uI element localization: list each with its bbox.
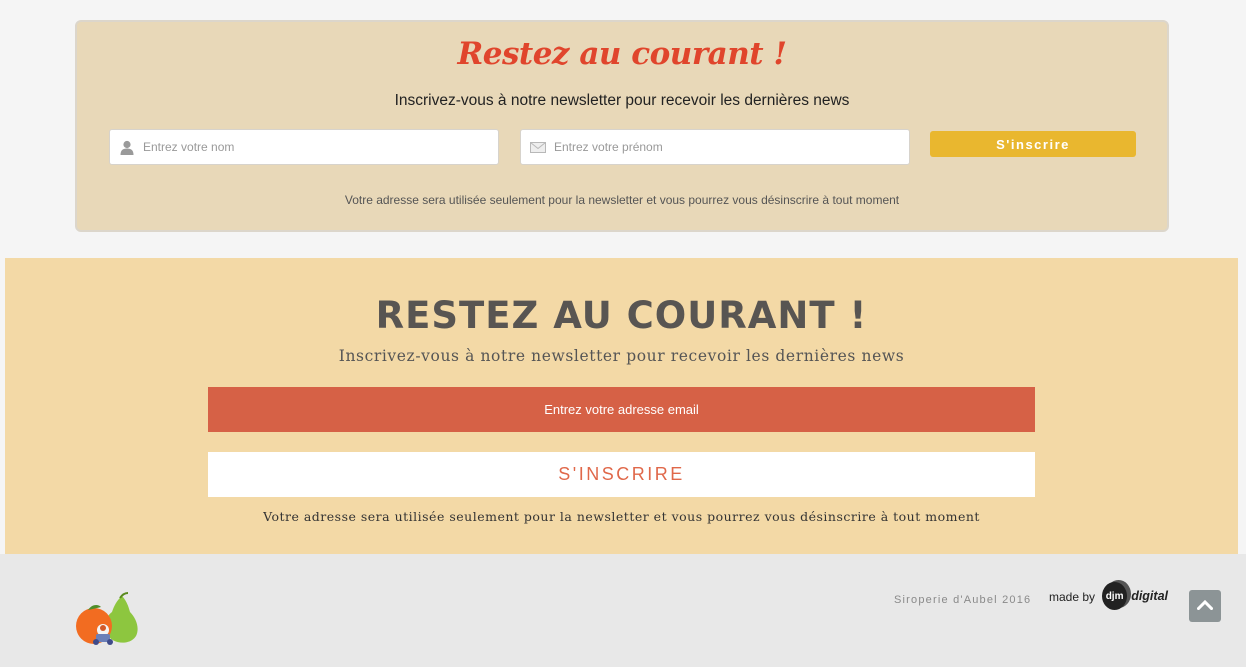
firstname-field[interactable]: Entrez votre prénom [520, 129, 910, 165]
agency-mark: djm [1102, 582, 1128, 610]
name-placeholder: Entrez votre nom [143, 140, 235, 154]
made-by-label: made by [1049, 590, 1096, 604]
firstname-placeholder: Entrez votre prénom [554, 140, 663, 154]
chevron-up-icon [1196, 597, 1214, 615]
agency-logo[interactable]: djm digital [1102, 581, 1168, 611]
subscribe-button[interactable]: S'INSCRIRE [208, 452, 1035, 497]
agency-word: digital [1131, 589, 1168, 603]
newsletter-subtitle: Inscrivez-vous à notre newsletter pour r… [394, 92, 850, 109]
scroll-top-button[interactable] [1189, 590, 1221, 622]
newsletter-title: Restez au courant ! [457, 36, 787, 72]
newsletter-box-secondary: RESTEZ AU COURANT ! Inscrivez-vous à not… [5, 258, 1238, 554]
newsletter-subtitle: Inscrivez-vous à notre newsletter pour r… [338, 347, 905, 365]
name-field[interactable]: Entrez votre nom [109, 129, 499, 165]
fruit-logo-icon[interactable] [74, 592, 140, 648]
email-field[interactable]: Entrez votre adresse email [208, 387, 1035, 432]
newsletter-title: RESTEZ AU COURANT ! [375, 294, 868, 337]
privacy-note: Votre adresse sera utilisée seulement po… [263, 509, 980, 524]
envelope-icon [521, 141, 554, 153]
newsletter-box-primary: Restez au courant ! Inscrivez-vous à not… [75, 20, 1169, 232]
copyright-text: Siroperie d'Aubel 2016 [894, 594, 1032, 606]
user-icon [110, 140, 143, 155]
privacy-note: Votre adresse sera utilisée seulement po… [344, 193, 900, 207]
footer: Siroperie d'Aubel 2016 made by djm digit… [0, 554, 1246, 667]
subscribe-button[interactable]: S'inscrire [930, 131, 1136, 157]
